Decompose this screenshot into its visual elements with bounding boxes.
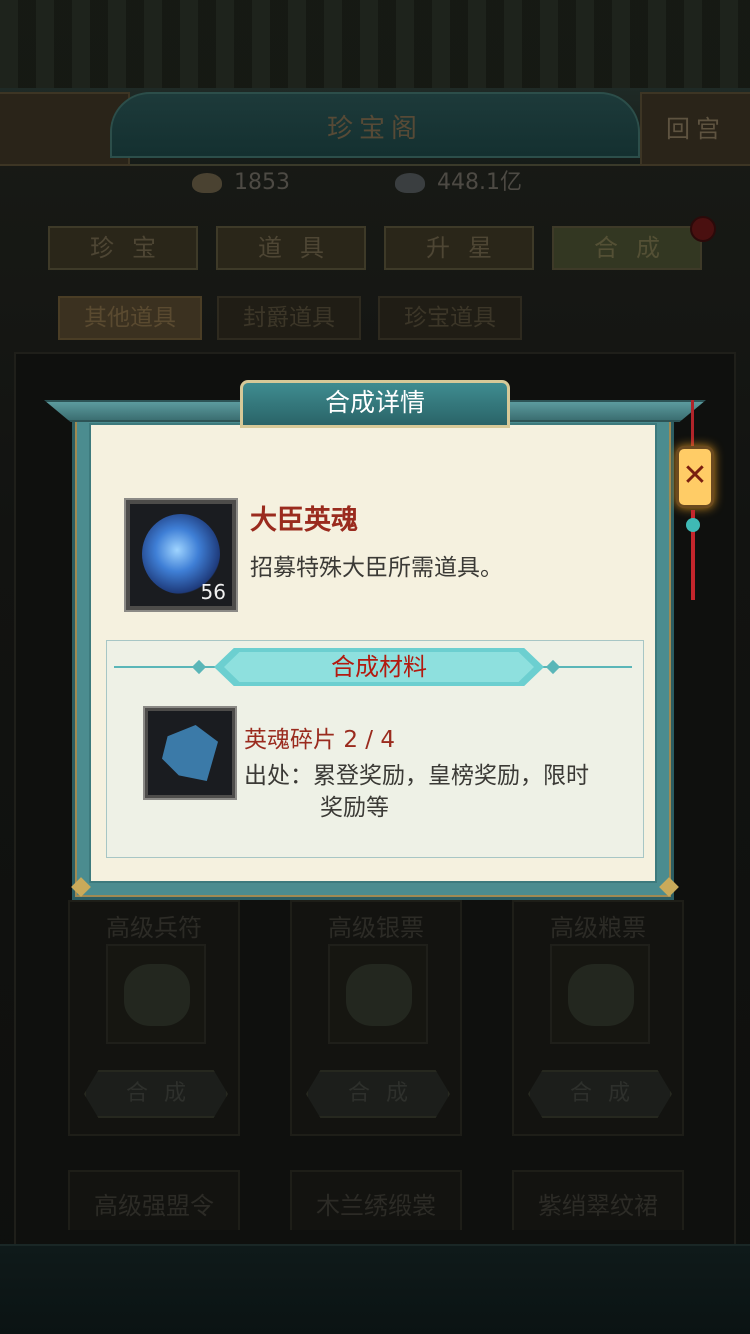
item-card-image [550, 944, 650, 1044]
silver-resource: 448.1亿 [395, 168, 522, 198]
item-icon-frame: 56 [126, 500, 236, 610]
item-card: 高级银票 合成 [290, 900, 462, 1136]
item-card: 木兰绣缎裳 [290, 1170, 462, 1230]
tab-items[interactable]: 道具 [216, 226, 366, 270]
item-card-name: 高级粮票 [550, 914, 646, 942]
item-card: 高级兵符 合成 [68, 900, 240, 1136]
tab-synthesize[interactable]: 合成 [552, 226, 702, 270]
material-name-row: 英魂碎片 2 / 4 [244, 720, 395, 754]
soul-shard-icon [162, 725, 218, 781]
item-card-name: 高级强盟令 [94, 1192, 214, 1220]
item-count: 56 [200, 580, 226, 604]
page-title: 珍宝阁 [326, 114, 423, 144]
item-card-image [106, 944, 206, 1044]
item-card-name: 高级银票 [328, 914, 424, 942]
item-card: 紫绡翠纹裙 [512, 1170, 684, 1230]
synthesize-button[interactable]: 合成 [528, 1070, 672, 1118]
material-progress: 2 / 4 [343, 727, 395, 753]
source-text-line2: 奖励等 [320, 795, 389, 821]
subtab-title-items[interactable]: 封爵道具 [217, 296, 361, 340]
gold-resource: 1853 [192, 168, 290, 198]
back-button[interactable]: 回宫 [640, 92, 750, 166]
material-icon-frame[interactable] [145, 708, 235, 798]
materials-title: 合成材料 [331, 653, 427, 681]
lantern-string [691, 400, 694, 450]
item-card-image [328, 944, 428, 1044]
item-card: 高级粮票 合成 [512, 900, 684, 1136]
item-card-name: 高级兵符 [106, 914, 202, 942]
material-name: 英魂碎片 [244, 727, 336, 753]
tiger-tally-icon [124, 964, 190, 1026]
gold-ingot-icon [192, 173, 222, 193]
synthesize-button[interactable]: 合成 [306, 1070, 450, 1118]
grain-ticket-icon [568, 964, 634, 1026]
item-description: 招募特殊大臣所需道具。 [250, 555, 503, 581]
synthesis-detail-dialog: 合成详情 56 大臣英魂 招募特殊大臣所需道具。 合成材料 英魂碎片 2 / 4… [44, 380, 706, 900]
item-card: 高级强盟令 [68, 1170, 240, 1230]
bottom-bar [0, 1244, 750, 1334]
source-text-line1: 累登奖励，皇榜奖励，限时 [313, 763, 589, 789]
notification-dot [690, 216, 716, 242]
silver-ingot-icon [395, 173, 425, 193]
material-source: 出处：累登奖励，皇榜奖励，限时 奖励等 [244, 760, 634, 824]
lantern-bead [686, 518, 700, 532]
synthesize-button[interactable]: 合成 [84, 1070, 228, 1118]
dialog-title: 合成详情 [324, 388, 425, 417]
banknote-icon [346, 964, 412, 1026]
item-name: 大臣英魂 [250, 505, 358, 536]
item-card-name: 紫绡翠纹裙 [538, 1192, 658, 1220]
silver-amount: 448.1亿 [437, 170, 522, 195]
gold-amount: 1853 [234, 170, 290, 195]
tab-upgrade-star[interactable]: 升星 [384, 226, 534, 270]
subtab-other-items[interactable]: 其他道具 [58, 296, 202, 340]
source-label: 出处： [244, 763, 313, 789]
subtab-treasure-items[interactable]: 珍宝道具 [378, 296, 522, 340]
roof-decoration [0, 0, 750, 90]
close-icon[interactable]: ✕ [676, 446, 714, 508]
divider-line [114, 666, 224, 668]
tab-treasure[interactable]: 珍宝 [48, 226, 198, 270]
item-card-name: 木兰绣缎裳 [316, 1192, 436, 1220]
